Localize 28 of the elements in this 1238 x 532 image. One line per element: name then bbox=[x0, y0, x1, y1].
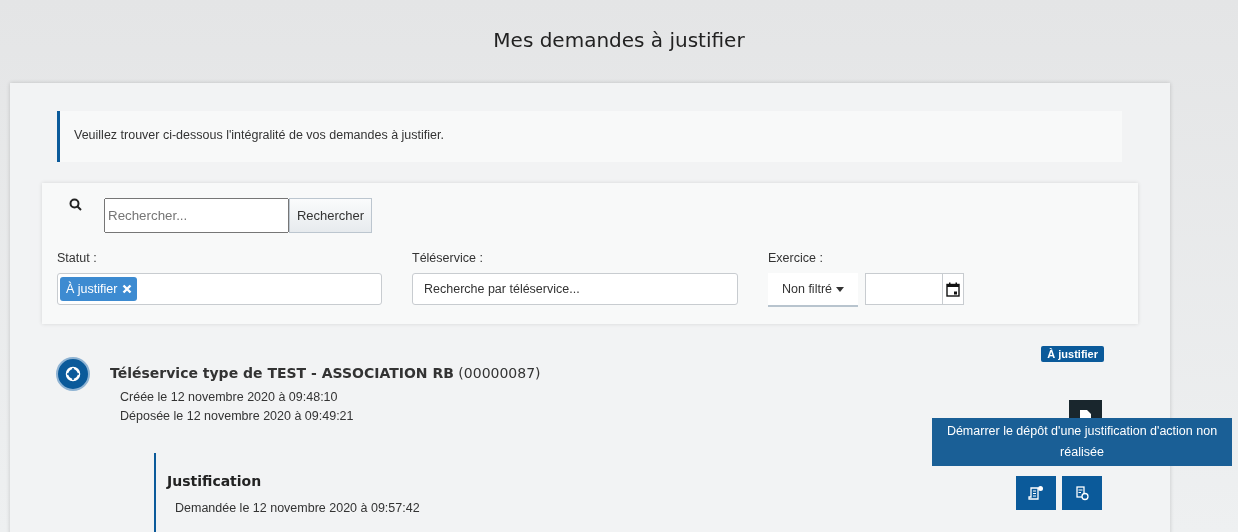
search-field[interactable]: Rechercher... bbox=[104, 198, 289, 233]
teleservice-label: Téléservice : bbox=[412, 251, 484, 265]
justification-title: Justification bbox=[167, 473, 263, 489]
justification-date: Demandée le 12 novembre 2020 à 09:57:42 bbox=[174, 501, 420, 515]
exercice-dropdown[interactable]: Non filtré bbox=[768, 273, 858, 307]
status-label: Statut : bbox=[57, 251, 98, 265]
calendar-icon[interactable] bbox=[946, 281, 960, 297]
tooltip: Démarrer le dépôt d'une justification d'action non réalisée bbox=[932, 418, 1232, 466]
caret-icon bbox=[836, 286, 844, 292]
page-title: Mes demandes à justifier bbox=[492, 27, 746, 54]
search-icon bbox=[69, 198, 82, 211]
teleservice-field[interactable]: Recherche par téléservice... bbox=[412, 273, 738, 305]
justification-button[interactable] bbox=[1016, 476, 1056, 510]
search-button[interactable]: Rechercher bbox=[289, 198, 372, 233]
teleservice-icon bbox=[56, 357, 90, 391]
demande-title: Téléservice type de TEST - ASSOCIATION RB (00000087) bbox=[110, 365, 541, 381]
status-tag[interactable]: À justifier bbox=[60, 277, 138, 301]
date-field[interactable] bbox=[865, 273, 964, 305]
status-badge: À justifier bbox=[1041, 346, 1104, 362]
remove-icon[interactable] bbox=[122, 284, 133, 294]
status-field[interactable]: À justifier bbox=[57, 273, 382, 305]
demande-date: Déposée le 12 novembre 2020 à 09:49:21 bbox=[120, 409, 354, 423]
demande-date: Créée le 12 novembre 2020 à 09:48:10 bbox=[120, 390, 339, 404]
exercice-label: Exercice : bbox=[768, 251, 824, 265]
document-clock-icon bbox=[1074, 485, 1090, 501]
document-icon bbox=[1028, 485, 1044, 501]
notice-message: Veuillez trouver ci-dessous l'intégralité de vos demandes à justifier. bbox=[57, 111, 1122, 162]
start-justification-button[interactable] bbox=[1062, 476, 1102, 510]
